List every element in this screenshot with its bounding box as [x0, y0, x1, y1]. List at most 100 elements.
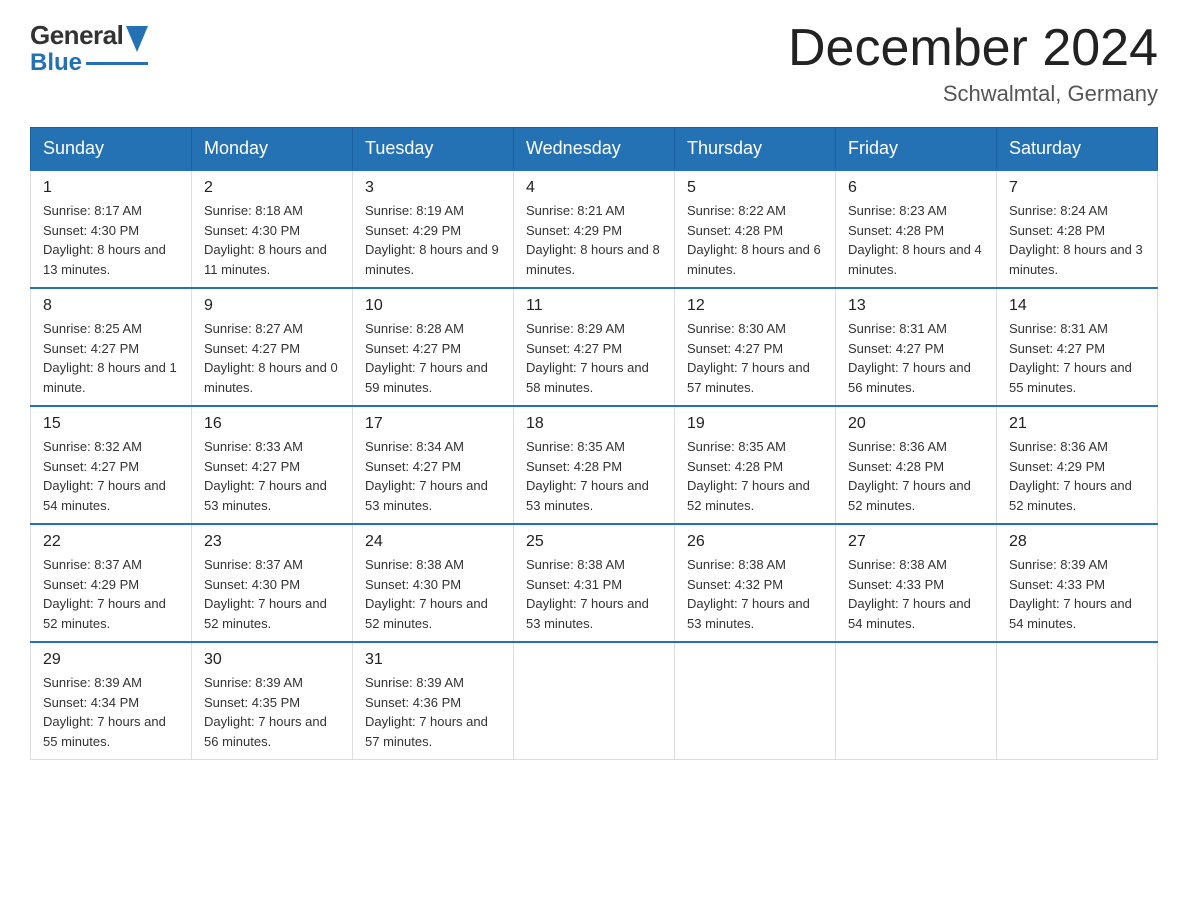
sunrise: Sunrise: 8:32 AM	[43, 439, 142, 454]
sunrise: Sunrise: 8:21 AM	[526, 203, 625, 218]
sunrise: Sunrise: 8:35 AM	[526, 439, 625, 454]
daylight: Daylight: 8 hours and 3 minutes.	[1009, 242, 1143, 277]
day-info: Sunrise: 8:39 AMSunset: 4:36 PMDaylight:…	[365, 673, 501, 751]
title-section: December 2024 Schwalmtal, Germany	[788, 20, 1158, 107]
sunset: Sunset: 4:31 PM	[526, 577, 622, 592]
daylight: Daylight: 8 hours and 11 minutes.	[204, 242, 327, 277]
sunset: Sunset: 4:28 PM	[526, 459, 622, 474]
sunset: Sunset: 4:27 PM	[526, 341, 622, 356]
sunset: Sunset: 4:30 PM	[204, 223, 300, 238]
day-number: 20	[848, 415, 984, 433]
calendar-cell: 4Sunrise: 8:21 AMSunset: 4:29 PMDaylight…	[514, 170, 675, 288]
sunset: Sunset: 4:28 PM	[687, 223, 783, 238]
sunrise: Sunrise: 8:30 AM	[687, 321, 786, 336]
logo-triangle-icon	[126, 26, 148, 52]
sunrise: Sunrise: 8:18 AM	[204, 203, 303, 218]
calendar-cell: 1Sunrise: 8:17 AMSunset: 4:30 PMDaylight…	[31, 170, 192, 288]
day-of-week-header: Thursday	[675, 128, 836, 171]
day-of-week-header: Tuesday	[353, 128, 514, 171]
calendar-cell: 7Sunrise: 8:24 AMSunset: 4:28 PMDaylight…	[997, 170, 1158, 288]
calendar-cell: 18Sunrise: 8:35 AMSunset: 4:28 PMDayligh…	[514, 406, 675, 524]
sunrise: Sunrise: 8:39 AM	[1009, 557, 1108, 572]
day-number: 24	[365, 533, 501, 551]
sunrise: Sunrise: 8:28 AM	[365, 321, 464, 336]
sunrise: Sunrise: 8:17 AM	[43, 203, 142, 218]
day-info: Sunrise: 8:37 AMSunset: 4:30 PMDaylight:…	[204, 555, 340, 633]
sunset: Sunset: 4:36 PM	[365, 695, 461, 710]
sunrise: Sunrise: 8:29 AM	[526, 321, 625, 336]
sunset: Sunset: 4:27 PM	[43, 341, 139, 356]
daylight: Daylight: 8 hours and 0 minutes.	[204, 360, 338, 395]
calendar-cell: 16Sunrise: 8:33 AMSunset: 4:27 PMDayligh…	[192, 406, 353, 524]
day-number: 30	[204, 651, 340, 669]
day-info: Sunrise: 8:37 AMSunset: 4:29 PMDaylight:…	[43, 555, 179, 633]
calendar-cell: 17Sunrise: 8:34 AMSunset: 4:27 PMDayligh…	[353, 406, 514, 524]
day-number: 18	[526, 415, 662, 433]
logo-blue-text: Blue	[30, 49, 82, 77]
sunset: Sunset: 4:27 PM	[687, 341, 783, 356]
day-of-week-header: Monday	[192, 128, 353, 171]
sunset: Sunset: 4:27 PM	[365, 341, 461, 356]
sunset: Sunset: 4:32 PM	[687, 577, 783, 592]
calendar-cell: 5Sunrise: 8:22 AMSunset: 4:28 PMDaylight…	[675, 170, 836, 288]
calendar-cell: 28Sunrise: 8:39 AMSunset: 4:33 PMDayligh…	[997, 524, 1158, 642]
calendar-header: SundayMondayTuesdayWednesdayThursdayFrid…	[31, 128, 1158, 171]
day-info: Sunrise: 8:28 AMSunset: 4:27 PMDaylight:…	[365, 319, 501, 397]
days-of-week-row: SundayMondayTuesdayWednesdayThursdayFrid…	[31, 128, 1158, 171]
calendar-cell	[514, 642, 675, 760]
sunset: Sunset: 4:27 PM	[204, 459, 300, 474]
day-of-week-header: Wednesday	[514, 128, 675, 171]
day-info: Sunrise: 8:30 AMSunset: 4:27 PMDaylight:…	[687, 319, 823, 397]
calendar-body: 1Sunrise: 8:17 AMSunset: 4:30 PMDaylight…	[31, 170, 1158, 760]
calendar-cell: 13Sunrise: 8:31 AMSunset: 4:27 PMDayligh…	[836, 288, 997, 406]
daylight: Daylight: 7 hours and 56 minutes.	[204, 714, 327, 749]
day-info: Sunrise: 8:36 AMSunset: 4:29 PMDaylight:…	[1009, 437, 1145, 515]
sunrise: Sunrise: 8:23 AM	[848, 203, 947, 218]
daylight: Daylight: 7 hours and 53 minutes.	[365, 478, 488, 513]
sunset: Sunset: 4:34 PM	[43, 695, 139, 710]
day-info: Sunrise: 8:39 AMSunset: 4:33 PMDaylight:…	[1009, 555, 1145, 633]
week-row: 29Sunrise: 8:39 AMSunset: 4:34 PMDayligh…	[31, 642, 1158, 760]
calendar-cell: 2Sunrise: 8:18 AMSunset: 4:30 PMDaylight…	[192, 170, 353, 288]
day-number: 12	[687, 297, 823, 315]
sunrise: Sunrise: 8:25 AM	[43, 321, 142, 336]
calendar-cell: 15Sunrise: 8:32 AMSunset: 4:27 PMDayligh…	[31, 406, 192, 524]
daylight: Daylight: 7 hours and 52 minutes.	[848, 478, 971, 513]
sunset: Sunset: 4:28 PM	[848, 223, 944, 238]
day-info: Sunrise: 8:25 AMSunset: 4:27 PMDaylight:…	[43, 319, 179, 397]
logo-top: General	[30, 20, 148, 51]
logo-general-text: General	[30, 20, 123, 51]
sunrise: Sunrise: 8:19 AM	[365, 203, 464, 218]
calendar-cell: 9Sunrise: 8:27 AMSunset: 4:27 PMDaylight…	[192, 288, 353, 406]
day-number: 21	[1009, 415, 1145, 433]
sunrise: Sunrise: 8:31 AM	[848, 321, 947, 336]
day-of-week-header: Sunday	[31, 128, 192, 171]
sunset: Sunset: 4:29 PM	[365, 223, 461, 238]
day-number: 14	[1009, 297, 1145, 315]
day-of-week-header: Saturday	[997, 128, 1158, 171]
day-info: Sunrise: 8:38 AMSunset: 4:31 PMDaylight:…	[526, 555, 662, 633]
calendar-cell: 26Sunrise: 8:38 AMSunset: 4:32 PMDayligh…	[675, 524, 836, 642]
calendar-cell: 10Sunrise: 8:28 AMSunset: 4:27 PMDayligh…	[353, 288, 514, 406]
logo: General Blue	[30, 20, 148, 77]
sunrise: Sunrise: 8:31 AM	[1009, 321, 1108, 336]
day-number: 6	[848, 179, 984, 197]
logo-underline	[86, 62, 148, 65]
logo-bottom: Blue	[30, 49, 148, 77]
sunset: Sunset: 4:27 PM	[204, 341, 300, 356]
sunset: Sunset: 4:35 PM	[204, 695, 300, 710]
sunrise: Sunrise: 8:35 AM	[687, 439, 786, 454]
day-info: Sunrise: 8:36 AMSunset: 4:28 PMDaylight:…	[848, 437, 984, 515]
location: Schwalmtal, Germany	[788, 81, 1158, 107]
day-info: Sunrise: 8:24 AMSunset: 4:28 PMDaylight:…	[1009, 201, 1145, 279]
calendar-cell	[836, 642, 997, 760]
sunrise: Sunrise: 8:38 AM	[526, 557, 625, 572]
day-number: 19	[687, 415, 823, 433]
calendar-cell: 14Sunrise: 8:31 AMSunset: 4:27 PMDayligh…	[997, 288, 1158, 406]
daylight: Daylight: 7 hours and 58 minutes.	[526, 360, 649, 395]
day-number: 10	[365, 297, 501, 315]
day-info: Sunrise: 8:33 AMSunset: 4:27 PMDaylight:…	[204, 437, 340, 515]
sunrise: Sunrise: 8:36 AM	[848, 439, 947, 454]
daylight: Daylight: 7 hours and 54 minutes.	[848, 596, 971, 631]
sunset: Sunset: 4:33 PM	[848, 577, 944, 592]
